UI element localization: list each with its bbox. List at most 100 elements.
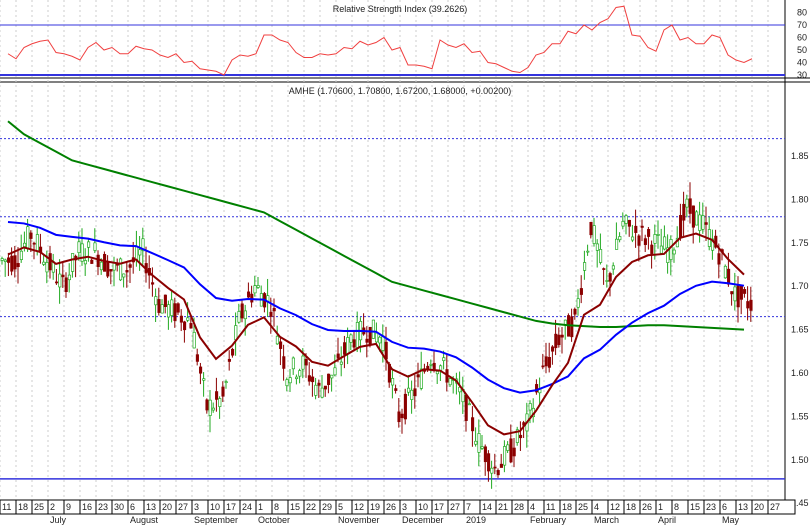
- date-label: 9: [66, 502, 71, 512]
- candle-body: [506, 444, 510, 451]
- candle-body: [647, 229, 651, 237]
- candle-body: [471, 417, 475, 432]
- candle-body: [176, 303, 180, 313]
- month-label: November: [338, 515, 380, 525]
- candle-body: [160, 304, 164, 314]
- candle-body: [688, 198, 692, 214]
- candle-body: [295, 376, 299, 380]
- candle-body: [208, 399, 212, 416]
- date-label: 1: [658, 502, 663, 512]
- candle-body: [317, 382, 321, 386]
- date-label: 10: [418, 502, 428, 512]
- candle-body: [570, 316, 574, 338]
- candle-body: [544, 356, 548, 367]
- candle-body: [624, 215, 628, 224]
- candle-body: [35, 234, 39, 252]
- price-tick-label: 1.75: [791, 238, 809, 248]
- candle-body: [695, 211, 699, 226]
- candle-body: [154, 296, 158, 306]
- candle-body: [733, 286, 737, 302]
- candle-body: [487, 453, 491, 472]
- month-label: October: [258, 515, 290, 525]
- candle-body: [650, 244, 654, 254]
- date-label: 25: [34, 502, 44, 512]
- candle-body: [579, 288, 583, 295]
- candle-body: [355, 321, 359, 349]
- candle-body: [717, 253, 721, 265]
- candle-body: [560, 334, 564, 338]
- rsi-title: Relative Strength Index (39.2626): [333, 4, 468, 14]
- chart-svg: Relative Strength Index (39.2626) AMHE (…: [0, 0, 810, 525]
- candle-body: [279, 341, 283, 349]
- candle-body: [743, 289, 747, 294]
- candle-body: [26, 226, 30, 249]
- candle-body: [592, 225, 596, 244]
- candle-body: [275, 335, 279, 345]
- candle-body: [151, 282, 155, 285]
- candle-body: [173, 303, 177, 321]
- candle-body: [618, 236, 622, 241]
- candle-body: [77, 241, 81, 253]
- date-label: 13: [738, 502, 748, 512]
- candle-body: [3, 259, 7, 262]
- candle-body: [336, 353, 340, 359]
- candle-body: [480, 446, 484, 449]
- candle-body: [490, 467, 494, 474]
- candle-body: [679, 215, 683, 238]
- candle-body: [599, 249, 603, 263]
- date-label: 11: [546, 502, 555, 512]
- candle-body: [381, 336, 385, 351]
- candle-body: [93, 242, 97, 251]
- date-label: 26: [642, 502, 652, 512]
- candle-body: [640, 225, 644, 228]
- candle-body: [429, 363, 433, 366]
- candle-body: [467, 403, 471, 406]
- date-label: 15: [290, 502, 300, 512]
- candle-body: [391, 378, 395, 386]
- candle-body: [682, 203, 686, 221]
- candle-body: [503, 446, 507, 466]
- candle-body: [333, 367, 337, 376]
- candle-body: [496, 470, 500, 476]
- date-label: 21: [498, 502, 508, 512]
- candle-body: [205, 399, 209, 411]
- candle-body: [128, 264, 132, 268]
- candle-body: [311, 376, 315, 383]
- date-label: 27: [450, 502, 460, 512]
- candle-body: [739, 285, 743, 300]
- candle-body: [605, 280, 609, 282]
- candle-body: [192, 331, 196, 349]
- candle-body: [509, 438, 513, 463]
- candle-body: [378, 336, 382, 344]
- date-label: 30: [114, 502, 124, 512]
- rsi-tick-label: 30: [797, 70, 807, 80]
- date-label: 12: [354, 502, 364, 512]
- date-label: 1: [258, 502, 263, 512]
- candle-body: [109, 269, 113, 272]
- candle-body: [90, 259, 94, 264]
- candle-body: [551, 346, 555, 352]
- date-label: 8: [674, 502, 679, 512]
- date-label: 29: [322, 502, 332, 512]
- candle-body: [250, 293, 254, 303]
- date-label: 26: [386, 502, 396, 512]
- candle-body: [432, 362, 436, 370]
- candle-body: [240, 303, 244, 319]
- month-label: August: [130, 515, 159, 525]
- date-label: 8: [274, 502, 279, 512]
- candle-body: [314, 384, 318, 396]
- candle-body: [397, 411, 401, 423]
- candle-body: [170, 299, 174, 316]
- candle-body: [576, 298, 580, 308]
- price-tick-label: 1.55: [791, 411, 809, 421]
- date-label: 14: [482, 502, 492, 512]
- candle-body: [346, 337, 350, 355]
- date-label: 28: [514, 502, 524, 512]
- rsi-tick-label: 40: [797, 58, 807, 68]
- date-label: 18: [18, 502, 28, 512]
- date-label: 19: [370, 502, 380, 512]
- candle-body: [29, 232, 33, 239]
- candle-body: [672, 249, 676, 255]
- candle-body: [96, 254, 100, 267]
- ma-long-line: [7, 120, 745, 331]
